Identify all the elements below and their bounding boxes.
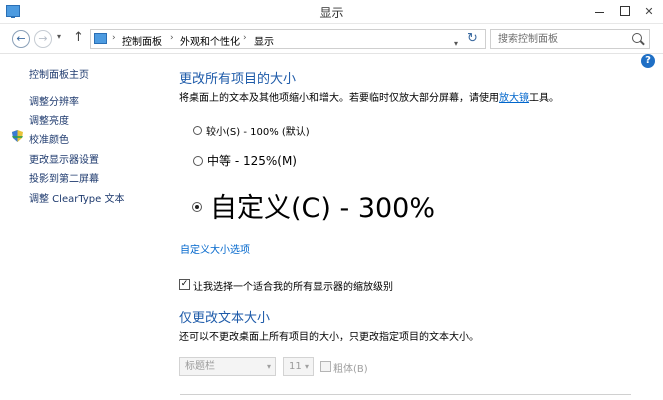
search-box[interactable]	[490, 29, 650, 49]
refresh-icon[interactable]: ↻	[467, 31, 478, 46]
sidebar-item-cleartype[interactable]: 调整 ClearType 文本	[29, 190, 124, 205]
close-button[interactable]	[636, 0, 662, 22]
item-select[interactable]: 标题栏 ▾	[179, 357, 276, 376]
sidebar-item-calibrate-color[interactable]: 校准颜色	[29, 131, 69, 146]
breadcrumb-separator-icon[interactable]: ›	[243, 33, 247, 43]
window-title: 显示	[319, 6, 344, 20]
sidebar-item-control-panel-home[interactable]: 控制面板主页	[29, 66, 89, 81]
recent-locations-chevron-down-icon[interactable]: ▾	[57, 32, 61, 41]
custom-size-options-link[interactable]: 自定义大小选项	[180, 241, 250, 256]
bold-checkbox[interactable]	[320, 361, 331, 372]
radio-custom[interactable]	[192, 202, 202, 212]
sidebar-item-change-display-settings[interactable]: 更改显示器设置	[29, 151, 99, 166]
radio-smaller[interactable]	[193, 126, 202, 135]
breadcrumb-separator-icon[interactable]: ›	[112, 33, 116, 43]
search-icon[interactable]	[632, 33, 642, 43]
shield-icon	[12, 130, 23, 142]
text-size-description: 还可以不更改桌面上所有项目的大小，只更改指定项目的文本大小。	[179, 332, 479, 343]
size-description-text: 将桌面上的文本及其他项缩小和增大。若要临时仅放大部分屏幕，请使用	[179, 93, 499, 104]
sidebar-item-adjust-brightness[interactable]: 调整亮度	[29, 112, 69, 127]
chevron-down-icon: ▾	[304, 362, 309, 371]
text-size-heading: 仅更改文本大小	[179, 311, 271, 326]
scaling-checkbox[interactable]: ✓	[179, 279, 190, 290]
magnifier-link[interactable]: 放大镜	[499, 93, 529, 104]
item-select-value: 标题栏	[185, 361, 215, 372]
sidebar-item-project-second-screen[interactable]: 投影到第二屏幕	[29, 170, 99, 185]
chevron-down-icon: ▾	[266, 362, 271, 371]
minimize-button[interactable]	[586, 0, 612, 22]
address-history-chevron-down-icon[interactable]: ▾	[454, 39, 458, 48]
forward-button[interactable]: →	[34, 30, 52, 48]
size-description: 将桌面上的文本及其他项缩小和增大。若要临时仅放大部分屏幕，请使用放大镜工具。	[179, 89, 559, 104]
breadcrumb-display[interactable]: 显示	[254, 33, 274, 48]
radio-medium[interactable]	[193, 156, 203, 166]
font-size-select[interactable]: 11 ▾	[283, 357, 314, 376]
search-input[interactable]	[491, 30, 629, 48]
scaling-checkbox-label: 让我选择一个适合我的所有显示器的缩放级别	[193, 282, 393, 293]
navigation-bar: ← → ▾ ↑ › 控制面板 › 外观和个性化 › 显示 ▾ ↻	[0, 24, 663, 54]
address-bar[interactable]: › 控制面板 › 外观和个性化 › 显示 ▾ ↻	[90, 29, 486, 49]
title-bar: 显示	[0, 0, 663, 24]
control-panel-icon	[94, 33, 107, 44]
option-smaller-label: 较小(S) - 100% (默认)	[206, 127, 310, 138]
font-size-select-value: 11	[289, 361, 302, 372]
option-medium-label: 中等 - 125%(M)	[207, 154, 297, 168]
bold-checkbox-label: 粗体(B)	[333, 364, 368, 375]
maximize-button[interactable]	[611, 0, 637, 22]
breadcrumb-control-panel[interactable]: 控制面板	[122, 33, 162, 48]
back-button[interactable]: ←	[12, 30, 30, 48]
sidebar-item-adjust-resolution[interactable]: 调整分辨率	[29, 93, 79, 108]
breadcrumb-separator-icon[interactable]: ›	[170, 33, 174, 43]
option-custom-label: 自定义(C) - 300%	[210, 193, 436, 224]
size-description-suffix: 工具。	[529, 93, 559, 104]
breadcrumb-appearance[interactable]: 外观和个性化	[180, 33, 240, 48]
help-icon[interactable]: ?	[641, 54, 655, 68]
up-button[interactable]: ↑	[73, 30, 84, 45]
size-heading: 更改所有项目的大小	[179, 72, 297, 87]
divider	[180, 394, 631, 395]
